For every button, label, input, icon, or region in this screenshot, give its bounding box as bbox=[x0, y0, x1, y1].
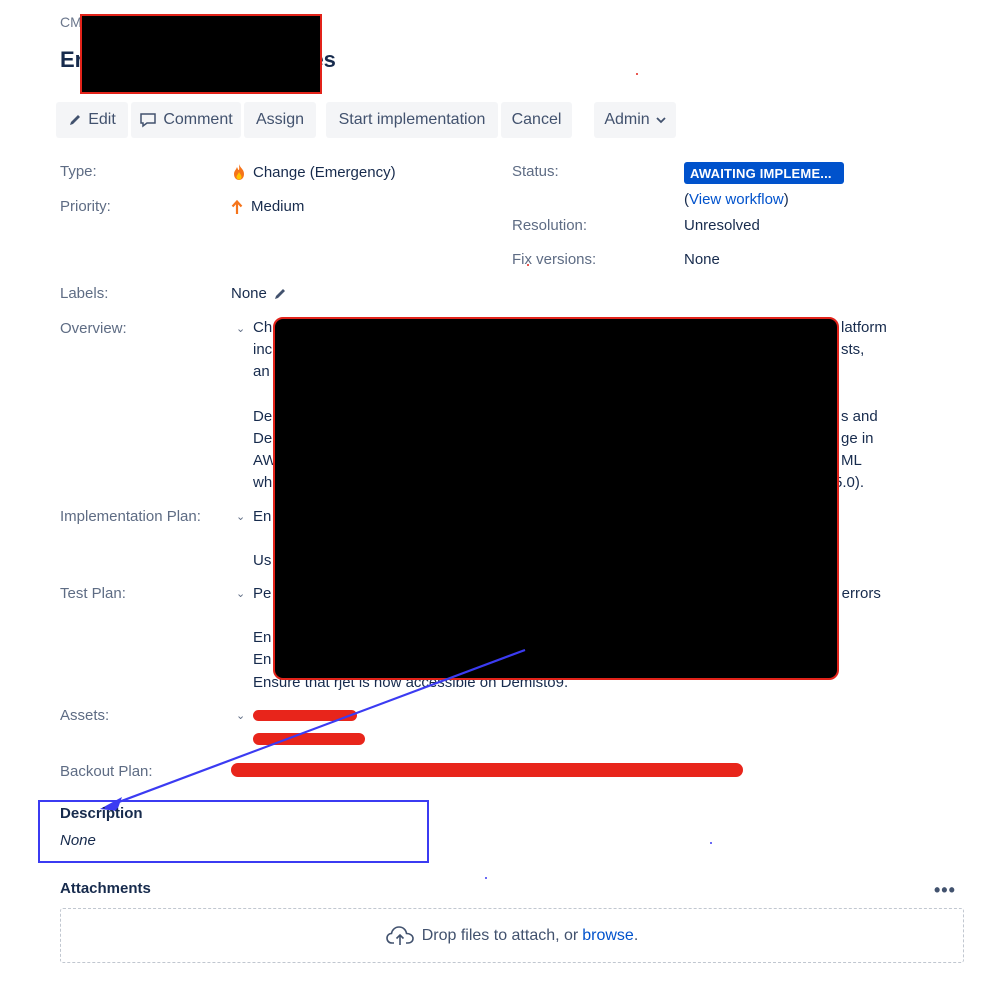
type-value: Change (Emergency) bbox=[231, 163, 396, 181]
assign-button-label: Assign bbox=[255, 111, 305, 128]
overview-line: De bbox=[253, 408, 273, 425]
view-workflow[interactable]: (View workflow) bbox=[684, 191, 789, 208]
attachment-dropzone[interactable]: Drop files to attach, or browse. bbox=[60, 908, 964, 963]
start-implementation-label: Start implementation bbox=[338, 111, 486, 128]
priority-value: Medium bbox=[231, 198, 304, 215]
resolution-value: Unresolved bbox=[684, 217, 760, 234]
overview-line: ML bbox=[841, 452, 862, 469]
annotation-dot bbox=[527, 264, 529, 266]
comment-icon bbox=[140, 113, 157, 128]
annotation-dot bbox=[636, 73, 638, 75]
overview-line: s and bbox=[841, 408, 878, 425]
overview-label: Overview: bbox=[60, 320, 127, 337]
chevron-down-icon bbox=[656, 117, 666, 124]
chevron-down-icon[interactable]: ⌄ bbox=[236, 709, 245, 722]
view-workflow-link[interactable]: View workflow bbox=[689, 191, 784, 208]
implementation-plan-label: Implementation Plan: bbox=[60, 508, 201, 525]
test-plan-line: Pe bbox=[253, 585, 272, 602]
start-implementation-button[interactable]: Start implementation bbox=[326, 102, 498, 138]
labels-label: Labels: bbox=[60, 285, 109, 302]
priority-value-text: Medium bbox=[251, 198, 305, 215]
backout-redaction bbox=[231, 763, 743, 777]
attachments-heading: Attachments bbox=[60, 880, 151, 897]
overview-line: De bbox=[253, 430, 273, 447]
chevron-down-icon[interactable]: ⌄ bbox=[236, 322, 245, 335]
test-plan-line: En bbox=[253, 629, 272, 646]
type-value-text: Change (Emergency) bbox=[253, 163, 396, 181]
overview-line: inc bbox=[253, 341, 273, 358]
implementation-line: Us bbox=[253, 552, 272, 569]
drop-text: Drop files to attach, or bbox=[421, 926, 579, 944]
admin-dropdown[interactable]: Admin bbox=[594, 102, 676, 138]
labels-value: None bbox=[231, 285, 287, 302]
asset-redaction bbox=[253, 710, 357, 721]
assign-button[interactable]: Assign bbox=[244, 102, 316, 138]
description-heading: Description bbox=[60, 805, 143, 822]
labels-value-text: None bbox=[231, 285, 267, 302]
chevron-down-icon[interactable]: ⌄ bbox=[236, 587, 245, 600]
backout-plan-label: Backout Plan: bbox=[60, 763, 153, 780]
cancel-button-label: Cancel bbox=[511, 111, 562, 128]
status-badge[interactable]: AWAITING IMPLEME... bbox=[684, 162, 844, 184]
test-plan-line: En bbox=[253, 651, 272, 668]
chevron-down-icon[interactable]: ⌄ bbox=[236, 510, 245, 523]
annotation-dot bbox=[710, 842, 712, 844]
browse-link[interactable]: browse bbox=[582, 927, 634, 944]
browse-suffix: . bbox=[633, 926, 639, 944]
edit-button[interactable]: Edit bbox=[56, 102, 128, 138]
admin-dropdown-label: Admin bbox=[604, 111, 650, 128]
arrow-up-icon bbox=[231, 199, 243, 214]
overview-line: latform bbox=[841, 319, 887, 336]
overview-line: Ch bbox=[253, 319, 273, 336]
breadcrumb[interactable]: CM bbox=[60, 14, 82, 30]
description-value[interactable]: None bbox=[60, 832, 96, 849]
type-label: Type: bbox=[60, 163, 97, 180]
overview-line: an bbox=[253, 363, 270, 380]
cloud-upload-icon bbox=[385, 925, 414, 945]
comment-button[interactable]: Comment bbox=[131, 102, 241, 138]
asset-redaction bbox=[253, 733, 365, 745]
edit-button-label: Edit bbox=[88, 111, 116, 128]
implementation-line: En bbox=[253, 508, 272, 525]
redaction-title bbox=[80, 14, 322, 94]
status-label: Status: bbox=[512, 163, 559, 180]
fix-versions-label: Fix versions: bbox=[512, 251, 597, 268]
comment-button-label: Comment bbox=[163, 111, 233, 128]
pencil-icon bbox=[70, 115, 81, 125]
assets-label: Assets: bbox=[60, 707, 110, 724]
overview-line: ge in bbox=[841, 430, 874, 447]
overview-line: wh bbox=[253, 474, 273, 491]
pencil-icon[interactable] bbox=[273, 287, 287, 301]
resolution-label: Resolution: bbox=[512, 217, 588, 234]
fire-icon bbox=[234, 164, 244, 180]
annotation-dot bbox=[485, 877, 487, 879]
priority-label: Priority: bbox=[60, 198, 111, 215]
overview-line: sts, bbox=[841, 341, 865, 358]
cancel-button[interactable]: Cancel bbox=[501, 102, 572, 138]
redaction-block bbox=[273, 317, 839, 680]
test-plan-label: Test Plan: bbox=[60, 585, 126, 602]
fix-versions-value: None bbox=[684, 251, 720, 268]
more-options-icon[interactable]: ••• bbox=[934, 880, 956, 901]
